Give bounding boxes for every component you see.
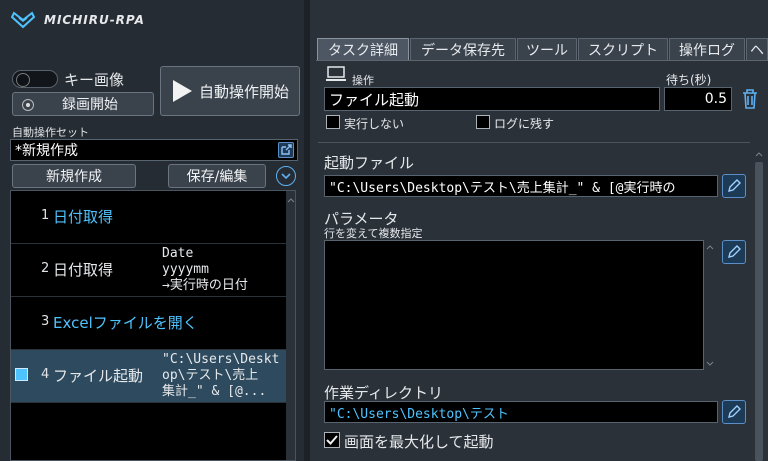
auto-set-field[interactable]: *新規作成 [10,139,298,161]
tab-label: ヘ [750,42,764,59]
pencil-icon [728,179,741,192]
maximize-checkbox[interactable] [324,432,340,448]
auto-start-button[interactable]: 自動操作開始 [160,66,300,116]
record-start-label: 録画開始 [62,97,118,113]
task-name: 日付取得 [53,208,114,226]
auto-set-label: 自動操作セット [12,126,89,139]
record-icon [22,99,34,111]
edit-file-button[interactable] [722,174,746,198]
scroll-thumb[interactable] [755,162,763,461]
logo-icon [10,11,36,29]
open-link-icon[interactable] [278,142,294,158]
no-exec-label: 実行しない [344,117,405,131]
task-name: Excelファイルを開く [53,314,198,332]
scroll-up-icon [755,152,763,157]
wait-value: 0.5 [704,91,727,107]
task-row-4[interactable]: 4 ファイル起動 "C:\Users\Deskt op\テスト\売上 集計_" … [11,350,286,403]
tab-label: 操作ログ [679,42,735,59]
expand-button[interactable] [276,166,296,186]
tab-script[interactable]: スクリプト [578,38,668,60]
monitor-icon [326,66,346,81]
key-image-label: キー画像 [64,71,125,89]
tab-tools[interactable]: ツール [517,38,577,60]
auto-set-value: *新規作成 [15,143,78,159]
tab-operation-log[interactable]: 操作ログ [669,38,745,60]
pencil-icon [728,405,741,418]
task-detail: "C:\Users\Deskt op\テスト\売上 集計_" & [@... [162,352,280,399]
tab-data-save[interactable]: データ保存先 [410,38,516,60]
detail-scrollbar[interactable] [754,148,764,461]
launch-file-field[interactable]: "C:\Users\Desktop\テスト\売上集計_" & [@実行時の [324,175,718,197]
task-name: 日付取得 [53,261,114,279]
tab-label: スクリプト [588,42,658,59]
save-edit-button[interactable]: 保存/編集 [168,164,266,188]
parameter-scrollbar[interactable] [704,240,716,370]
operation-value: ファイル起動 [329,90,420,109]
wait-label: 待ち(秒) [666,73,712,87]
maximize-label: 画面を最大化して起動 [344,433,494,451]
trash-icon[interactable] [740,88,760,110]
workdir-field[interactable]: "C:\Users\Desktop\テスト [324,401,718,423]
task-num: 1 [41,208,50,223]
tab-label: ツール [526,42,568,59]
external-icon [281,144,292,155]
section-divider [318,142,750,143]
new-create-button[interactable]: 新規作成 [12,164,136,188]
task-num: 4 [41,367,50,382]
operation-field[interactable]: ファイル起動 [324,87,660,111]
task-row-2[interactable]: 2 日付取得 Date yyyymm →実行時の日付 [11,244,286,297]
key-image-toggle[interactable] [12,70,58,88]
task-num: 2 [41,261,50,276]
launch-file-label: 起動ファイル [324,154,415,172]
task-list-scrollbar[interactable] [286,191,295,460]
workdir-label: 作業ディレクトリ [324,384,443,402]
check-icon [326,435,338,445]
edit-parameter-button[interactable] [722,240,746,264]
toggle-knob [16,73,30,87]
record-start-button[interactable]: 録画開始 [12,92,154,116]
pencil-icon [728,245,741,258]
play-icon [172,80,192,102]
task-num: 3 [41,314,50,329]
keep-log-checkbox[interactable] [476,115,490,129]
parameter-hint: 行を変えて複数指定 [324,227,423,240]
operation-label: 操作 [352,74,374,87]
launch-file-value: "C:\Users\Desktop\テスト\売上集計_" & [@実行時の [329,180,676,196]
app-logo: MICHIRU-RPA [10,8,145,32]
tab-task-detail[interactable]: タスク詳細 [317,38,409,60]
task-row-1[interactable]: 1 日付取得 [11,191,286,244]
task-detail: Date yyyymm →実行時の日付 [162,246,248,293]
row-selected-icon [15,368,28,381]
task-list: 1 日付取得 2 日付取得 Date yyyymm →実行時の日付 3 Exce… [10,190,296,461]
wait-field[interactable]: 0.5 [664,87,732,111]
scroll-arrows-icon [706,245,714,366]
tab-label: タスク詳細 [328,42,398,59]
chevron-down-icon [281,173,291,180]
edit-workdir-button[interactable] [722,400,746,424]
parameter-textarea[interactable] [324,240,704,370]
task-row-3[interactable]: 3 Excelファイルを開く [11,297,286,350]
logo-text: MICHIRU-RPA [44,13,145,27]
task-name: ファイル起動 [53,367,144,385]
no-exec-checkbox[interactable] [326,115,340,129]
new-create-label: 新規作成 [46,169,102,185]
tab-help[interactable]: ヘ [746,38,768,60]
left-pane: MICHIRU-RPA キー画像 録画開始 自動操作開始 自動操作セット *新規… [0,0,308,461]
save-edit-label: 保存/編集 [186,169,248,185]
scroll-up-icon [287,198,295,203]
workdir-value: "C:\Users\Desktop\テスト [329,406,509,422]
auto-start-label: 自動操作開始 [198,82,289,101]
keep-log-label: ログに残す [494,117,555,131]
tab-label: データ保存先 [421,42,505,59]
